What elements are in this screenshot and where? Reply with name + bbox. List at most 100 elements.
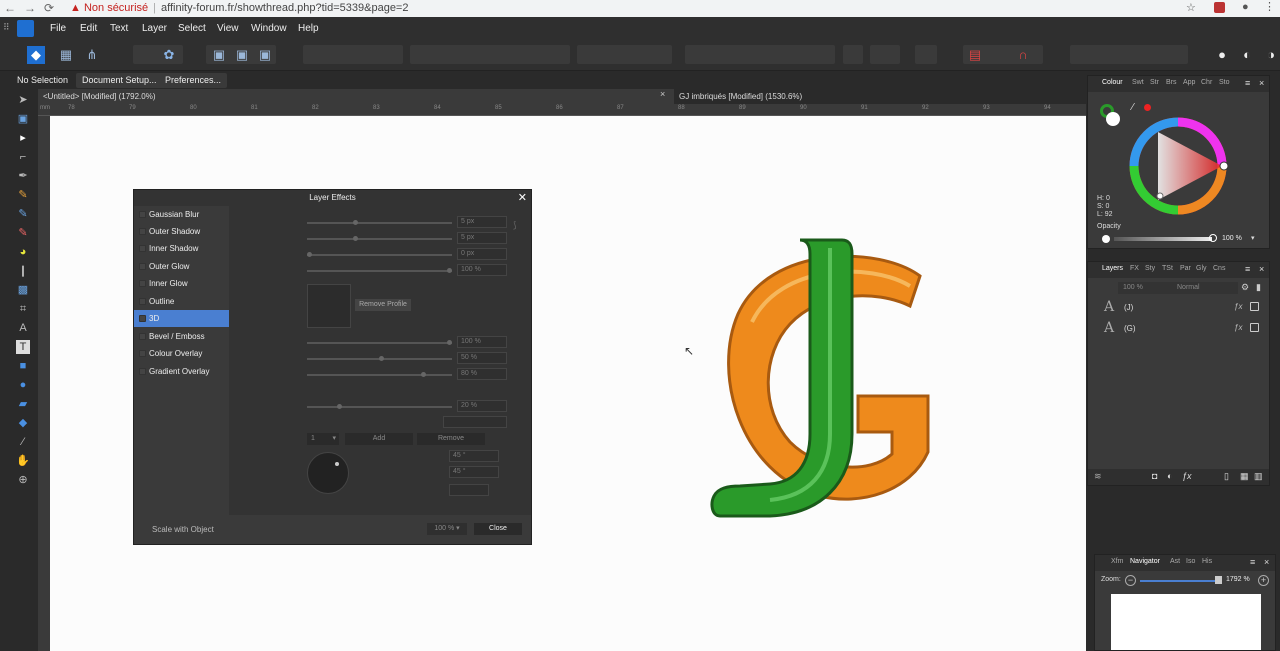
pixel-persona-icon[interactable]: ▦ xyxy=(57,46,75,64)
snapping-icon[interactable]: ▤ xyxy=(966,46,984,64)
dial-handle[interactable] xyxy=(335,462,339,466)
color-picker-tool-icon[interactable]: ⁄ xyxy=(16,435,30,449)
toolbar-group-9[interactable] xyxy=(915,45,937,64)
menu-window[interactable]: Window xyxy=(251,23,287,34)
fx-icon[interactable]: ƒx xyxy=(1234,302,1242,311)
transparency-tool-icon[interactable]: ❙ xyxy=(16,264,30,278)
checkbox[interactable] xyxy=(139,368,146,375)
slider-knob[interactable] xyxy=(379,356,384,361)
close-icon[interactable]: × xyxy=(1259,264,1264,274)
scale-with-object-label[interactable]: Scale with Object xyxy=(152,525,214,534)
visibility-checkbox[interactable] xyxy=(1250,323,1259,332)
opacity-slider-knob[interactable] xyxy=(1209,234,1217,242)
checkbox[interactable] xyxy=(139,263,146,270)
menu-help[interactable]: Help xyxy=(298,23,319,34)
remove-light-button[interactable]: Remove xyxy=(417,433,485,445)
tab-character[interactable]: Chr xyxy=(1201,79,1212,86)
preferences-button[interactable]: Preferences... xyxy=(159,73,228,88)
node-tool-icon[interactable]: ▸ xyxy=(16,131,30,145)
checkbox[interactable] xyxy=(139,245,146,252)
toolbar-group-11[interactable] xyxy=(1070,45,1188,64)
profile-icon[interactable]: ● xyxy=(1242,1,1249,13)
chevron-down-icon[interactable]: ▾ xyxy=(1251,234,1255,242)
toolbar-group-4[interactable] xyxy=(410,45,570,64)
close-icon[interactable]: × xyxy=(1259,78,1264,88)
corner-tool-icon[interactable]: ⌐ xyxy=(16,150,30,164)
eyedropper-icon[interactable]: ⁄ xyxy=(1132,102,1134,113)
place-image-tool-icon[interactable]: ▩ xyxy=(16,283,30,297)
extra-field[interactable] xyxy=(449,484,489,496)
slider-knob[interactable] xyxy=(353,220,358,225)
tab-swatches[interactable]: Swt xyxy=(1132,79,1144,86)
layer-row[interactable]: A (J) ƒx xyxy=(1096,298,1259,318)
arrange-icon-2[interactable]: ◐ xyxy=(1238,46,1256,64)
close-tab-icon[interactable]: × xyxy=(660,89,665,99)
more-icon[interactable]: ⋮ xyxy=(1264,0,1275,13)
blend-mode-select[interactable]: Normal xyxy=(1172,282,1238,294)
toolbar-group-7[interactable] xyxy=(843,45,863,64)
layer-opacity-select[interactable]: 100 % xyxy=(1118,282,1172,294)
frame-text-tool-icon[interactable]: T xyxy=(16,340,30,354)
menu-select[interactable]: Select xyxy=(178,23,206,34)
checkbox[interactable] xyxy=(139,350,146,357)
opacity-slider[interactable] xyxy=(1114,237,1212,241)
toolbar-group-6[interactable] xyxy=(685,45,835,64)
document-setup-button[interactable]: Document Setup... xyxy=(76,73,163,88)
extension-icon[interactable] xyxy=(1214,2,1225,13)
hl-opacity-slider[interactable] xyxy=(307,340,452,345)
tab-colour[interactable]: Colour xyxy=(1102,79,1123,86)
star-icon[interactable]: ☆ xyxy=(1186,1,1196,14)
slider-knob[interactable] xyxy=(447,340,452,345)
checkbox[interactable] xyxy=(139,333,146,340)
scale-select[interactable]: 100 % ▾ xyxy=(427,523,467,535)
tab-styles[interactable]: Sty xyxy=(1145,265,1155,272)
fill-swatch[interactable] xyxy=(1106,112,1120,126)
offset-slider[interactable] xyxy=(307,252,452,257)
text-tool-icon[interactable]: A xyxy=(16,321,30,335)
checkbox[interactable] xyxy=(139,298,146,305)
tab-iso[interactable]: Iso xyxy=(1186,558,1195,565)
tab-layers[interactable]: Layers xyxy=(1102,265,1123,272)
checkbox[interactable] xyxy=(139,228,146,235)
menu-file[interactable]: File xyxy=(50,23,66,34)
tab-history[interactable]: His xyxy=(1202,558,1212,565)
designer-persona-icon[interactable]: ◆ xyxy=(27,46,45,64)
menu-edit[interactable]: Edit xyxy=(80,23,97,34)
fx-footer-icon[interactable]: ƒx xyxy=(1182,471,1192,481)
tab-paragraph[interactable]: Par xyxy=(1180,265,1191,272)
crop-tool-icon[interactable]: ⌗ xyxy=(16,302,30,316)
shape-tool-icon[interactable]: ◆ xyxy=(16,416,30,430)
mask-icon[interactable]: ◘ xyxy=(1152,471,1157,481)
remove-profile-button[interactable]: Remove Profile xyxy=(355,299,411,311)
panel-menu-icon[interactable]: ≡ xyxy=(1250,557,1255,567)
navigator-preview[interactable] xyxy=(1111,594,1261,650)
adjustment-icon[interactable]: ◐ xyxy=(1167,471,1172,481)
checkbox[interactable] xyxy=(139,280,146,287)
depth-field[interactable]: 5 px xyxy=(457,232,507,244)
profile-preview[interactable] xyxy=(307,284,351,328)
lock-icon[interactable]: ▮ xyxy=(1256,282,1261,293)
effect-inner-glow[interactable]: Inner Glow xyxy=(134,275,229,292)
toolbar-group-5[interactable] xyxy=(577,45,672,64)
menu-layer[interactable]: Layer xyxy=(142,23,167,34)
effect-3d[interactable]: 3D xyxy=(134,310,229,327)
zoom-in-icon[interactable]: + xyxy=(1258,575,1269,586)
tab-navigator[interactable]: Navigator xyxy=(1130,558,1160,565)
effect-inner-shadow[interactable]: Inner Shadow xyxy=(134,240,229,257)
effect-gradient-overlay[interactable]: Gradient Overlay xyxy=(134,363,229,380)
snap-icon-1[interactable]: ▣ xyxy=(210,46,228,64)
artboard-tool-icon[interactable]: ▣ xyxy=(16,112,30,126)
forward-icon[interactable]: → xyxy=(24,1,36,15)
slider-knob[interactable] xyxy=(307,252,312,257)
back-icon[interactable]: ← xyxy=(4,1,16,15)
effect-outer-glow[interactable]: Outer Glow xyxy=(134,258,229,275)
close-button[interactable]: Close xyxy=(474,523,522,535)
menu-text[interactable]: Text xyxy=(110,23,128,34)
tab-brushes[interactable]: Brs xyxy=(1166,79,1177,86)
checkbox[interactable] xyxy=(139,315,146,322)
paint-brush-tool-icon[interactable]: ✎ xyxy=(16,226,30,240)
magnet-icon[interactable]: ∩ xyxy=(1014,46,1032,64)
vector-brush-tool-icon[interactable]: ✎ xyxy=(16,207,30,221)
move-tool-icon[interactable]: ➤ xyxy=(16,93,30,107)
specular-slider[interactable] xyxy=(307,404,452,409)
